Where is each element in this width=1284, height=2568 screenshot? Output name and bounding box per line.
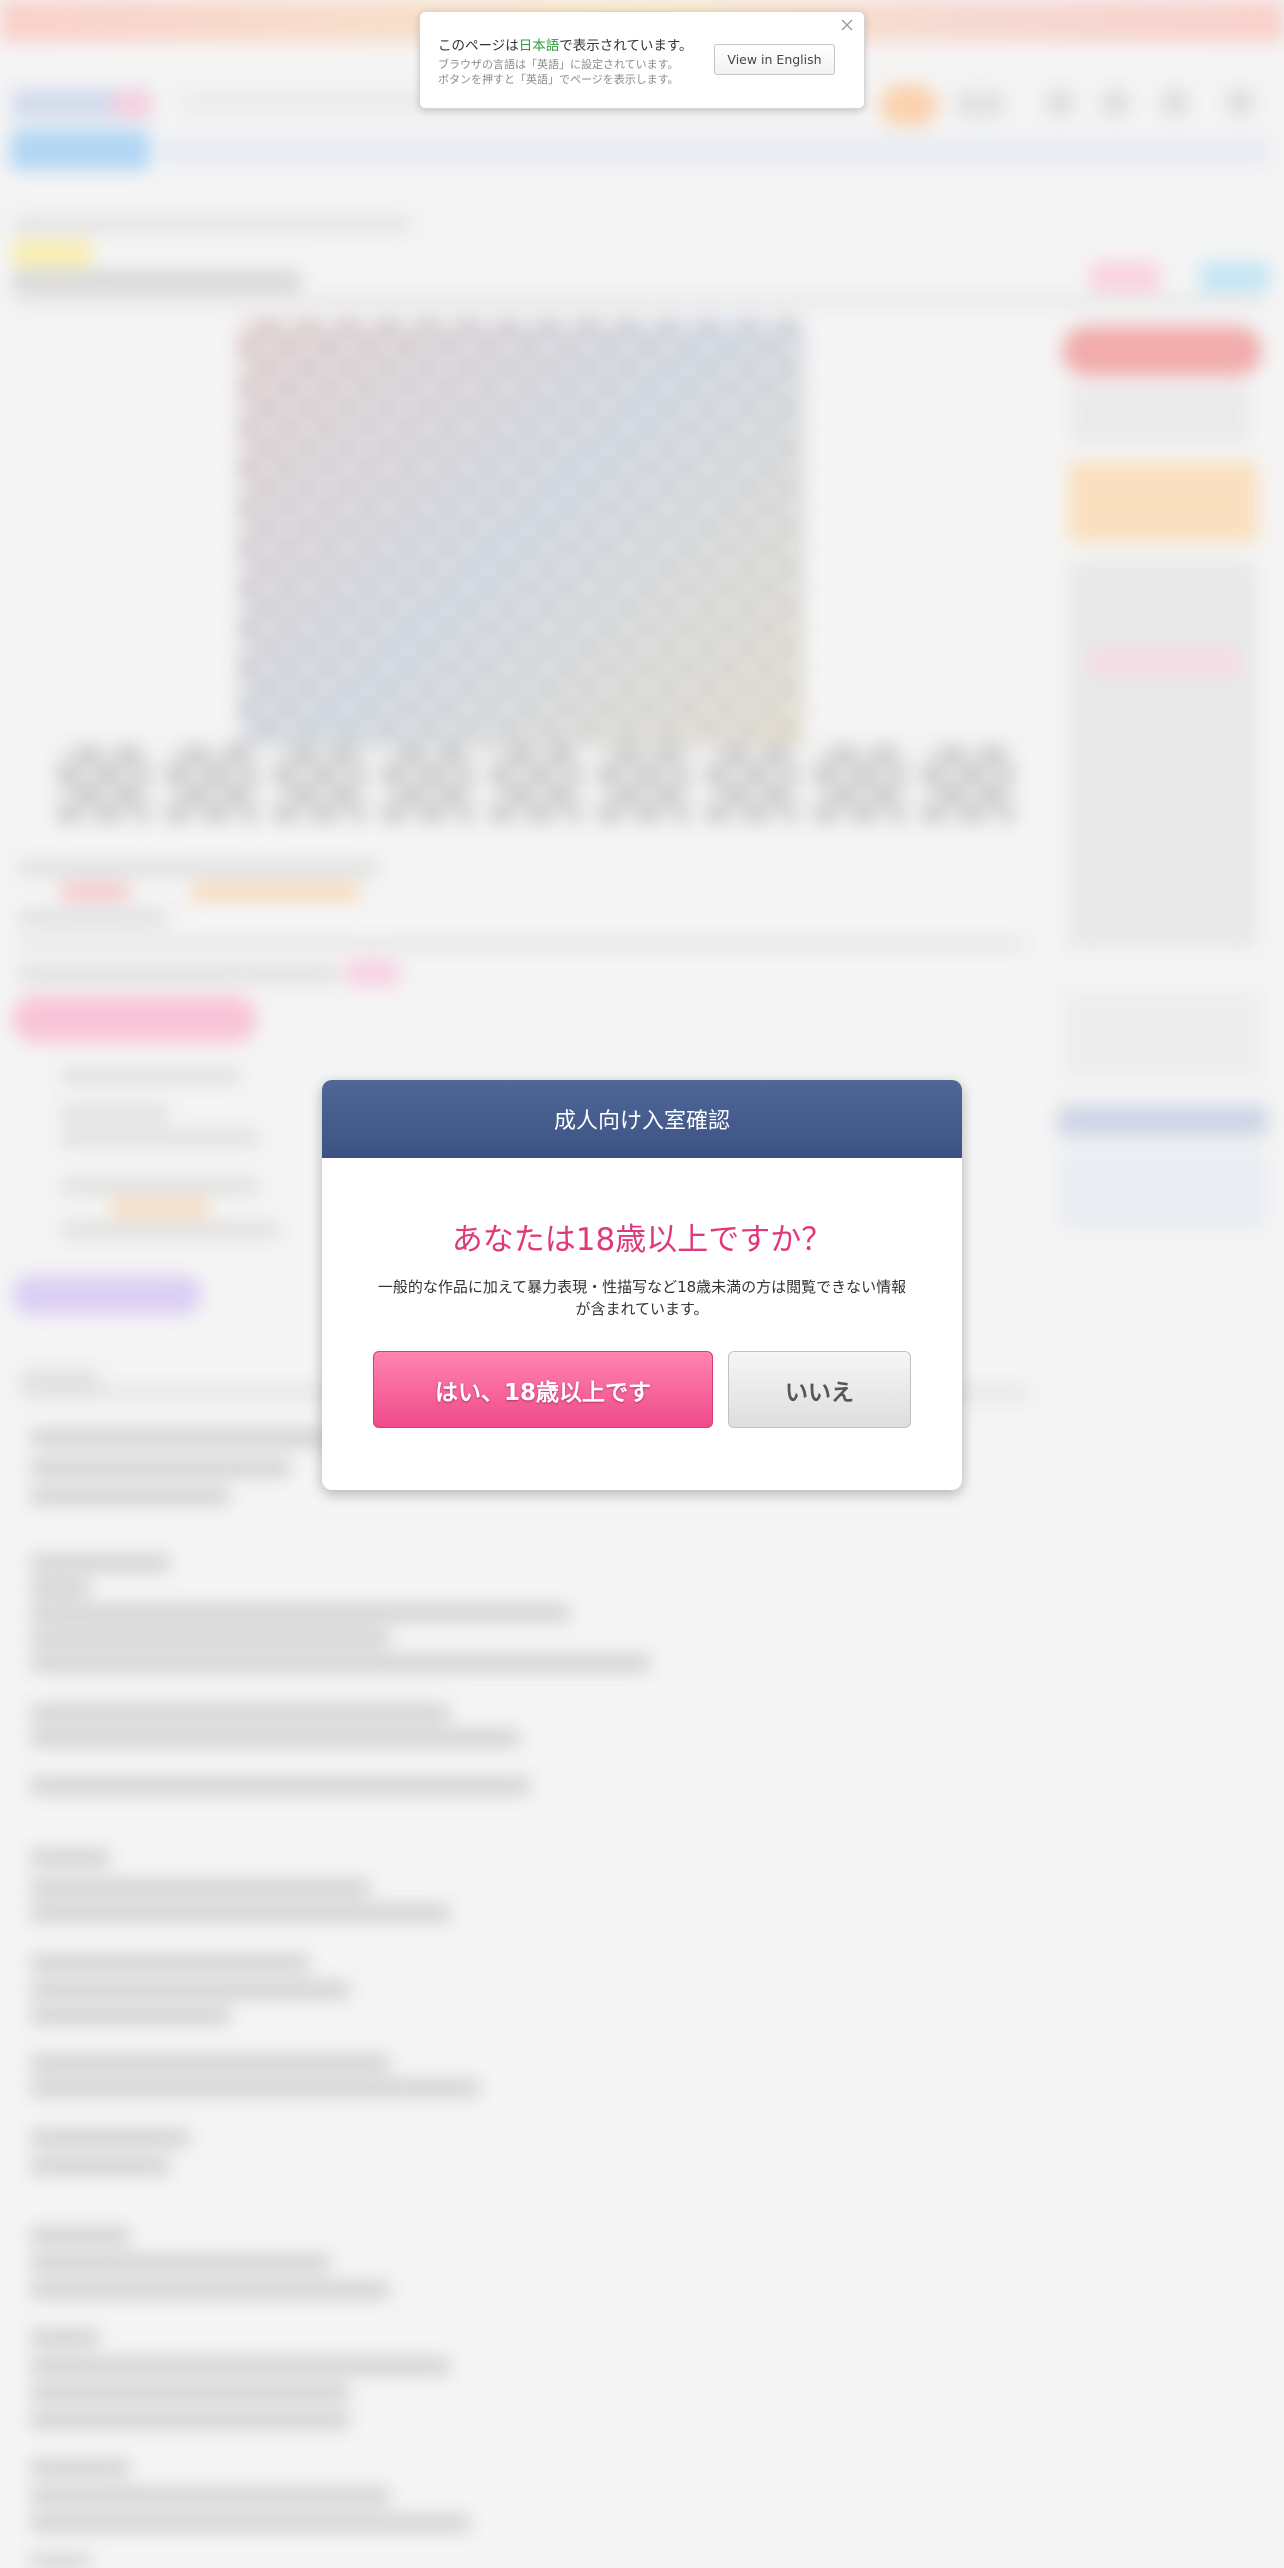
language-notice-detail: ブラウザの言語は「英語」に設定されています。 ボタンを押すと「英語」でページを表… xyxy=(438,57,679,87)
close-icon[interactable] xyxy=(836,14,858,36)
age-verification-modal: 成人向け入室確認 あなたは18歳以上ですか？ 一般的な作品に加えて暴力表現・性描… xyxy=(322,1080,962,1490)
language-notice-popup: このページは日本語で表示されています。 ブラウザの言語は「英語」に設定されていま… xyxy=(419,11,865,109)
current-language: 日本語 xyxy=(518,38,560,54)
detail-line-1: ブラウザの言語は「英語」に設定されています。 xyxy=(438,58,679,71)
modal-header: 成人向け入室確認 xyxy=(322,1080,962,1158)
message-prefix: このページは xyxy=(438,38,519,54)
confirm-adult-button[interactable]: はい、18歳以上です xyxy=(373,1351,713,1428)
language-notice-message: このページは日本語で表示されています。 xyxy=(438,34,692,54)
decline-button[interactable]: いいえ xyxy=(728,1351,911,1428)
message-suffix: で表示されています。 xyxy=(559,38,693,54)
view-in-english-button[interactable]: View in English xyxy=(714,44,835,75)
age-description: 一般的な作品に加えて暴力表現・性描写など18歳未満の方は閲覧できない情報が含まれ… xyxy=(377,1278,907,1318)
age-question: あなたは18歳以上ですか？ xyxy=(451,1222,833,1258)
detail-line-2: ボタンを押すと「英語」でページを表示します。 xyxy=(438,73,679,86)
